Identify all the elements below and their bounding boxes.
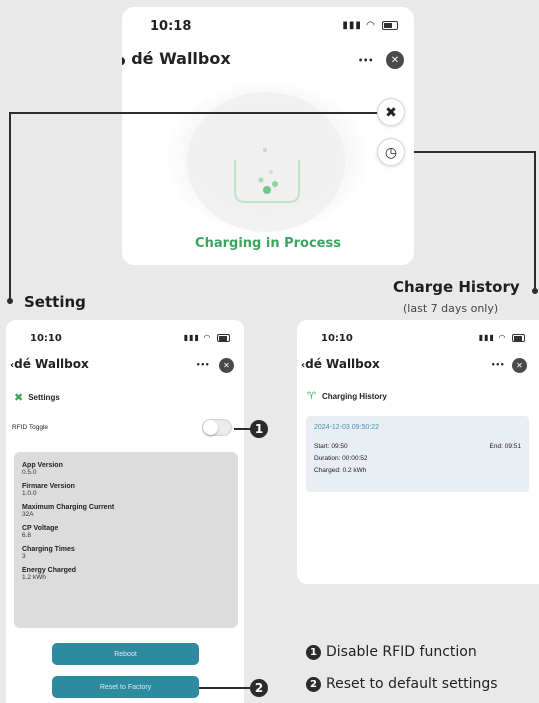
setting-callout-dot: [7, 298, 13, 304]
battery-icon: [217, 333, 230, 342]
info-item: Charging Times 3: [22, 546, 75, 560]
status-icons: ▮▮▮ ◠: [184, 333, 230, 342]
setting-callout-line-h: [9, 112, 377, 114]
legend-number: 2: [306, 676, 321, 692]
battery-icon: [382, 20, 398, 30]
status-icons: ▮▮▮ ◠: [479, 333, 525, 342]
rfid-toggle[interactable]: [202, 419, 232, 436]
legend-item-1: 1 Disable RFID function: [306, 644, 477, 660]
signal-icon: ▮▮▮: [183, 333, 200, 342]
status-time: 10:10: [321, 333, 353, 344]
battery-icon: [512, 333, 525, 342]
history-record-card[interactable]: 2024-12-03 09:50:22 Start: 09:50 End: 09…: [306, 416, 529, 492]
location-pin-icon: ●: [122, 54, 126, 67]
close-button[interactable]: ✕: [219, 358, 234, 373]
clock-history-icon: ◷: [384, 143, 398, 160]
settings-button[interactable]: ✖: [377, 98, 405, 126]
record-times: Start: 09:50 End: 09:51: [314, 443, 521, 450]
wifi-icon: ◠: [498, 333, 507, 342]
status-time: 10:18: [150, 19, 192, 34]
app-title: ● dé Wallbox: [122, 49, 231, 68]
history-button[interactable]: ◷: [377, 138, 405, 166]
tools-icon: ✖: [385, 103, 397, 120]
app-title: ‹dé Wallbox: [301, 357, 380, 371]
callout-number-1: 1: [250, 420, 268, 438]
history-note: (last 7 days only): [403, 302, 499, 315]
rfid-label: RFID Toggle: [12, 424, 49, 431]
signal-icon: ▮▮▮: [478, 333, 495, 342]
legend-text: Reset to default settings: [326, 676, 498, 692]
toggle-knob: [203, 420, 218, 435]
reset-callout-line: [199, 687, 252, 689]
record-start: Start: 09:50: [314, 443, 348, 450]
charging-status: Charging in Process: [195, 236, 341, 251]
signal-icon: ▮▮▮: [342, 20, 362, 31]
history-label: Charge History: [393, 278, 520, 296]
info-item: Energy Charged 1.2 kWh: [22, 567, 77, 581]
history-callout-line-h: [414, 151, 536, 153]
more-menu-button[interactable]: •••: [491, 361, 504, 369]
legend-item-2: 2 Reset to default settings: [306, 676, 498, 692]
record-datetime: 2024-12-03 09:50:22: [314, 424, 379, 431]
setting-callout-line-v: [9, 112, 11, 300]
wifi-icon: ◠: [203, 333, 212, 342]
reboot-button[interactable]: Reboot: [52, 643, 199, 665]
reset-factory-button[interactable]: Reset to Factory: [52, 676, 199, 698]
wifi-icon: ◠: [366, 20, 376, 31]
device-info-panel: App Version 0.5.0 Firmare Version 1.0.0 Ma…: [14, 452, 238, 628]
close-button[interactable]: ✕: [512, 358, 527, 373]
callout-number-2: 2: [250, 679, 268, 697]
status-icons: ▮▮▮ ◠: [342, 20, 398, 31]
info-item: Maximum Charging Current 32A: [22, 504, 115, 518]
history-header: ♈ Charging History: [307, 391, 387, 402]
close-button[interactable]: ✕: [386, 51, 404, 69]
settings-header: ✖ Settings: [14, 392, 60, 404]
history-icon: ♈: [307, 391, 316, 402]
charging-cup-icon: [234, 148, 300, 203]
settings-phone-screen: 10:10 ▮▮▮ ◠ ‹dé Wallbox ••• ✕ ✖ Settings…: [6, 320, 244, 703]
record-end: End: 09:51: [489, 443, 521, 450]
legend-number: 1: [306, 644, 321, 660]
record-charged: Charged: 0.2 kWh: [314, 467, 367, 474]
info-item: App Version 0.5.0: [22, 462, 63, 476]
setting-label: Setting: [24, 293, 86, 311]
record-duration: Duration: 00:00:52: [314, 455, 368, 462]
app-title: ‹dé Wallbox: [10, 357, 89, 371]
history-phone-screen: 10:10 ▮▮▮ ◠ ‹dé Wallbox ••• ✕ ♈ Charging…: [297, 320, 539, 584]
more-menu-button[interactable]: •••: [196, 361, 209, 369]
info-item: CP Voltage 6.8: [22, 525, 59, 539]
status-time: 10:10: [30, 333, 62, 344]
main-phone-screen: 10:18 ▮▮▮ ◠ ● dé Wallbox ••• ✕ Charging …: [122, 7, 414, 265]
legend-text: Disable RFID function: [326, 644, 477, 660]
tools-icon: ✖: [14, 392, 24, 404]
more-menu-button[interactable]: •••: [358, 56, 373, 65]
history-callout-line-v: [534, 151, 536, 290]
history-callout-dot: [532, 288, 538, 294]
info-item: Firmare Version 1.0.0: [22, 483, 75, 497]
